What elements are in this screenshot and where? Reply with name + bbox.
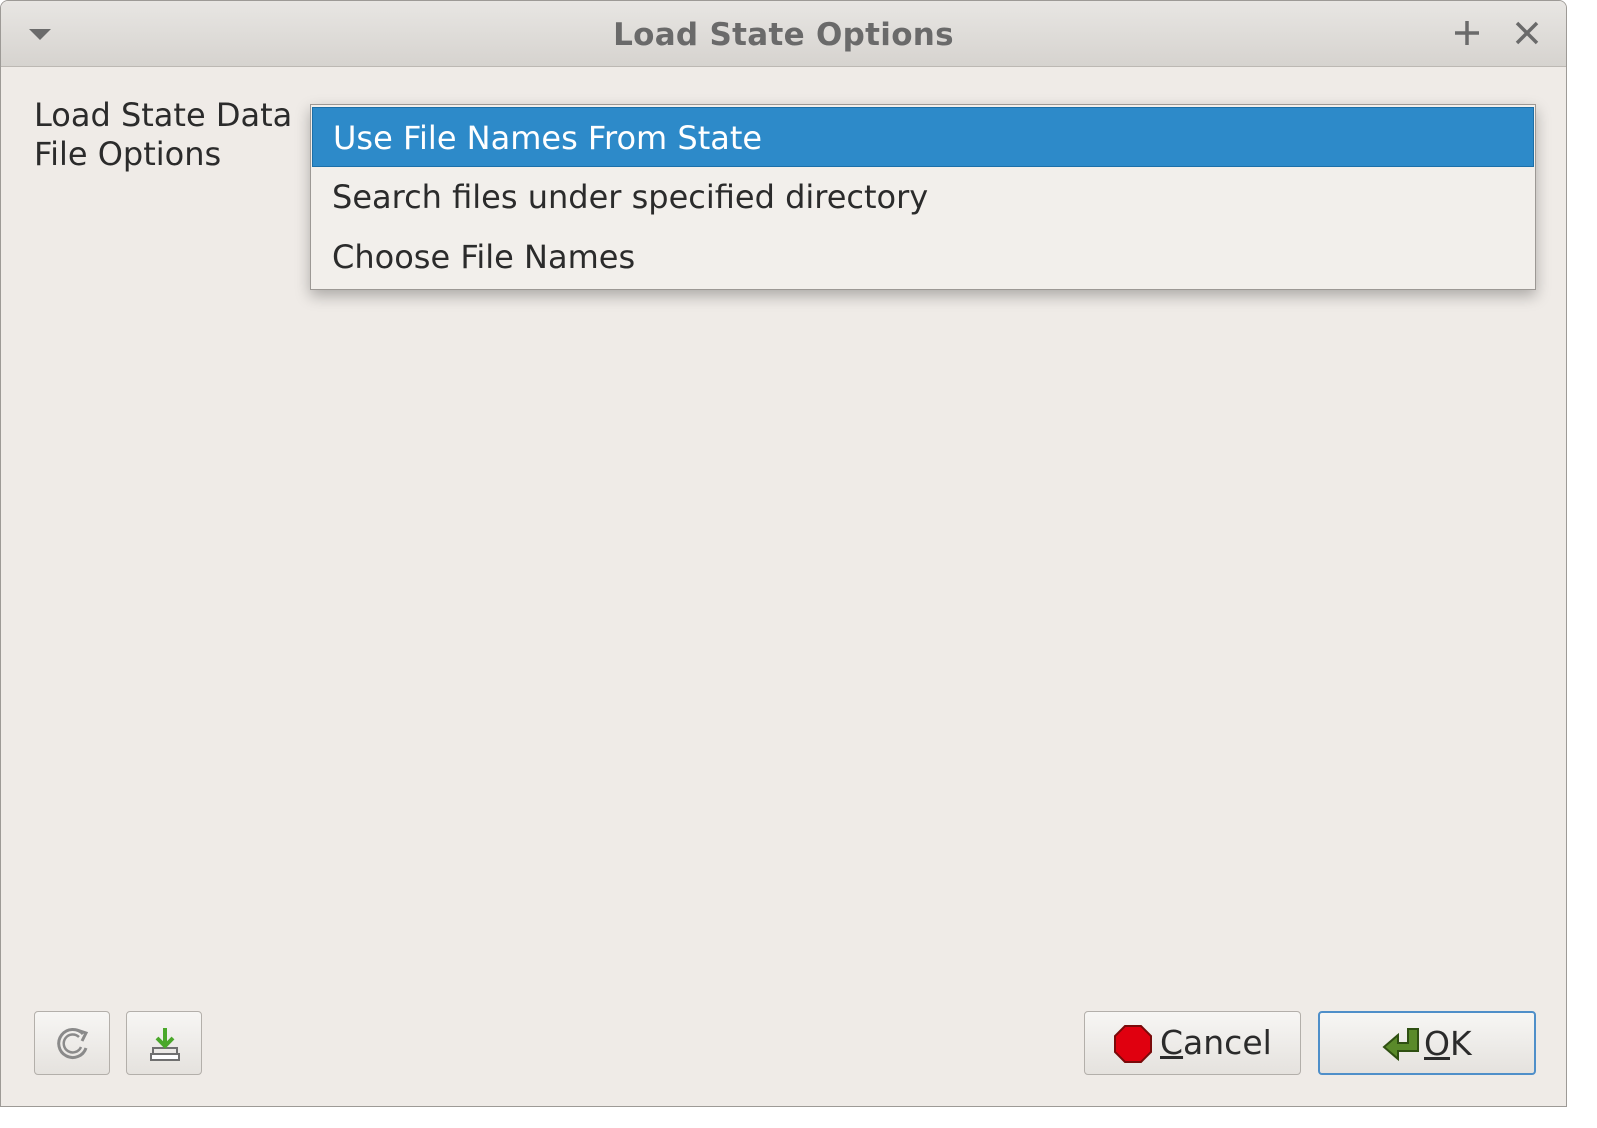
file-options-dropdown-list[interactable]: Use File Names From State Search files u… <box>310 104 1536 290</box>
dropdown-option-search-directory[interactable]: Search files under specified directory <box>312 167 1534 227</box>
window-title: Load State Options <box>613 17 954 53</box>
return-arrow-icon <box>1382 1028 1419 1062</box>
load-state-options-dialog: Load State Options Load State Data File … <box>0 0 1567 1107</box>
reset-icon <box>57 1028 89 1059</box>
title-bar[interactable]: Load State Options <box>1 1 1566 67</box>
stop-icon <box>1114 1025 1152 1063</box>
plus-icon[interactable] <box>1449 15 1485 51</box>
file-options-label: Load State Data File Options <box>34 96 292 174</box>
cancel-label: Cancel <box>1160 1023 1272 1062</box>
ok-button[interactable]: OK <box>1318 1011 1536 1075</box>
label-line-2: File Options <box>34 135 222 173</box>
ok-label: OK <box>1424 1024 1472 1063</box>
save-defaults-button[interactable] <box>126 1011 202 1075</box>
reset-button[interactable] <box>34 1011 110 1075</box>
dropdown-option-use-file-names[interactable]: Use File Names From State <box>312 107 1534 167</box>
label-line-1: Load State Data <box>34 96 293 134</box>
dropdown-option-choose-file-names[interactable]: Choose File Names <box>312 227 1534 287</box>
cancel-button[interactable]: Cancel <box>1084 1011 1301 1075</box>
save-defaults-icon <box>150 1028 180 1061</box>
close-icon[interactable] <box>1509 15 1545 51</box>
